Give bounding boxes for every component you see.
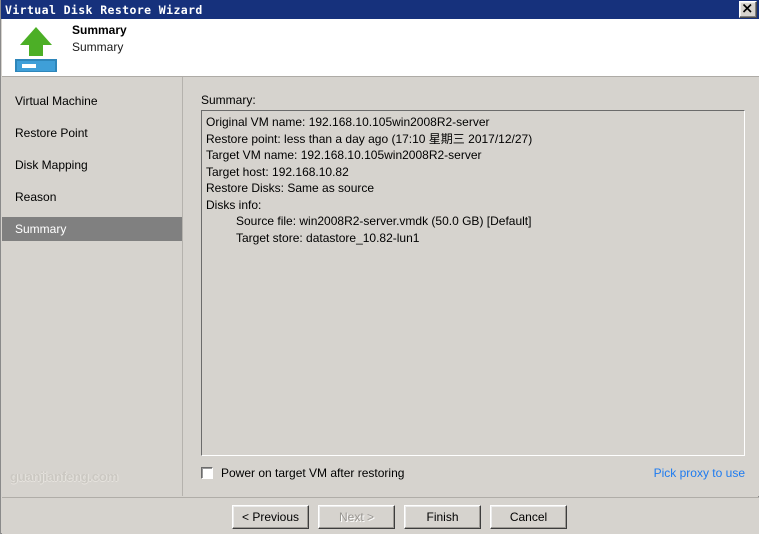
title-bar: Virtual Disk Restore Wizard	[1, 0, 759, 19]
summary-line: Restore Disks: Same as source	[206, 181, 375, 195]
wizard-content: Summary: Original VM name: 192.168.10.10…	[183, 77, 759, 496]
power-on-row: Power on target VM after restoring	[201, 466, 404, 480]
window-title: Virtual Disk Restore Wizard	[5, 2, 203, 17]
watermark: guanjianfeng.com	[10, 469, 119, 484]
cancel-button[interactable]: Cancel	[490, 505, 567, 529]
summary-line: Target VM name: 192.168.10.105win2008R2-…	[206, 148, 482, 162]
summary-label: Summary:	[201, 93, 256, 107]
summary-line: Original VM name: 192.168.10.105win2008R…	[206, 115, 490, 129]
footer-divider	[2, 497, 759, 498]
wizard-header: Summary Summary	[2, 19, 759, 77]
next-button: Next >	[318, 505, 395, 529]
wizard-footer: < Previous Next > Finish Cancel	[2, 497, 759, 534]
summary-line: Target host: 192.168.10.82	[206, 164, 349, 179]
summary-line: Restore point: less than a day ago (17:1…	[206, 131, 533, 146]
summary-text-list: Original VM name: 192.168.10.105win2008R…	[202, 111, 744, 246]
wizard-dialog: Virtual Disk Restore Wizard Summary Summ…	[0, 0, 759, 534]
sidebar-item-virtual-machine[interactable]: Virtual Machine	[2, 89, 182, 113]
sidebar-item-summary[interactable]: Summary	[2, 217, 182, 241]
page-subtitle: Summary	[72, 40, 124, 54]
summary-line: Target store: datastore_10.82-lun1	[236, 230, 420, 245]
summary-line: Source file: win2008R2-server.vmdk (50.0…	[236, 214, 532, 228]
close-icon[interactable]	[739, 1, 757, 18]
finish-button[interactable]: Finish	[404, 505, 481, 529]
restore-disk-arrow-icon	[10, 24, 62, 73]
sidebar-item-disk-mapping[interactable]: Disk Mapping	[2, 153, 182, 177]
wizard-sidebar: Virtual Machine Restore Point Disk Mappi…	[2, 77, 183, 496]
summary-line: Disks info:	[206, 197, 262, 212]
power-on-checkbox[interactable]	[201, 467, 213, 479]
summary-textbox[interactable]: Original VM name: 192.168.10.105win2008R…	[201, 110, 745, 456]
pick-proxy-link[interactable]: Pick proxy to use	[654, 466, 745, 480]
sidebar-item-restore-point[interactable]: Restore Point	[2, 121, 182, 145]
page-title: Summary	[72, 23, 127, 37]
sidebar-item-reason[interactable]: Reason	[2, 185, 182, 209]
previous-button[interactable]: < Previous	[232, 505, 309, 529]
power-on-label[interactable]: Power on target VM after restoring	[221, 466, 404, 480]
